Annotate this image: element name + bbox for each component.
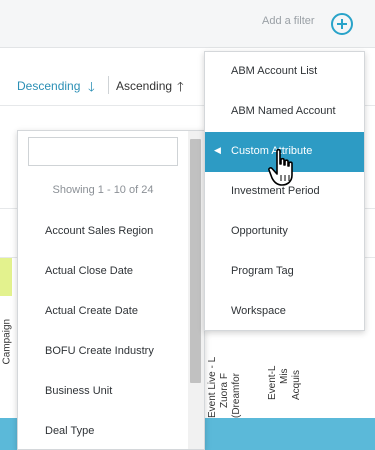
top-bar: Add a filter [0, 0, 375, 48]
column-label: Event-L [267, 365, 278, 400]
add-filter-label[interactable]: Add a filter [262, 15, 315, 27]
sort-descending-button[interactable]: Descending [17, 79, 80, 93]
arrow-up-icon: 🡑 [177, 79, 184, 94]
showing-count-text: Showing 1 - 10 of 24 [52, 184, 154, 196]
scrollbar-thumb[interactable] [190, 139, 201, 383]
filter-option-label: ABM Account List [231, 65, 318, 77]
filter-option-workspace[interactable]: Workspace [205, 292, 364, 332]
filter-option-abm-account-list[interactable]: ABM Account List [205, 52, 364, 92]
attribute-option[interactable]: Account Sales Region [45, 225, 153, 237]
sort-separator [108, 76, 109, 94]
filter-option-label: ABM Named Account [231, 105, 336, 117]
attribute-option[interactable]: Actual Create Date [45, 305, 138, 317]
attribute-dropdown: Showing 1 - 10 of 24 Account Sales Regio… [17, 130, 205, 450]
filter-option-label: Workspace [231, 305, 286, 317]
filter-option-opportunity[interactable]: Opportunity [205, 212, 364, 252]
attribute-option[interactable]: BOFU Create Industry [45, 345, 154, 357]
arrow-down-icon: 🡓 [88, 79, 95, 94]
filter-type-menu: ABM Account List ABM Named Account ◀ Cus… [204, 51, 365, 331]
campaign-column-label: Campaign [1, 318, 13, 365]
hand-pointer-cursor-icon [268, 148, 293, 186]
scrollbar[interactable] [188, 131, 204, 449]
filter-option-program-tag[interactable]: Program Tag [205, 252, 364, 292]
column-label: Mis [279, 368, 290, 384]
column-label: (Dreamfor [231, 372, 242, 418]
sort-ascending-button[interactable]: Ascending [116, 79, 172, 93]
attribute-option[interactable]: Business Unit [45, 385, 112, 397]
filter-option-label: Opportunity [231, 225, 288, 237]
attribute-option[interactable]: Deal Type [45, 425, 94, 437]
add-filter-plus-icon[interactable] [331, 13, 353, 35]
attribute-search-input[interactable] [28, 137, 178, 166]
highlight-cell [0, 258, 12, 296]
column-label: Acquis [291, 369, 302, 400]
caret-left-icon: ◀ [214, 145, 221, 155]
filter-option-label: Program Tag [231, 265, 294, 277]
column-label: Zuora F [219, 372, 230, 408]
filter-option-abm-named-account[interactable]: ABM Named Account [205, 92, 364, 132]
column-label: Event Live - L [207, 356, 218, 418]
attribute-option[interactable]: Actual Close Date [45, 265, 133, 277]
